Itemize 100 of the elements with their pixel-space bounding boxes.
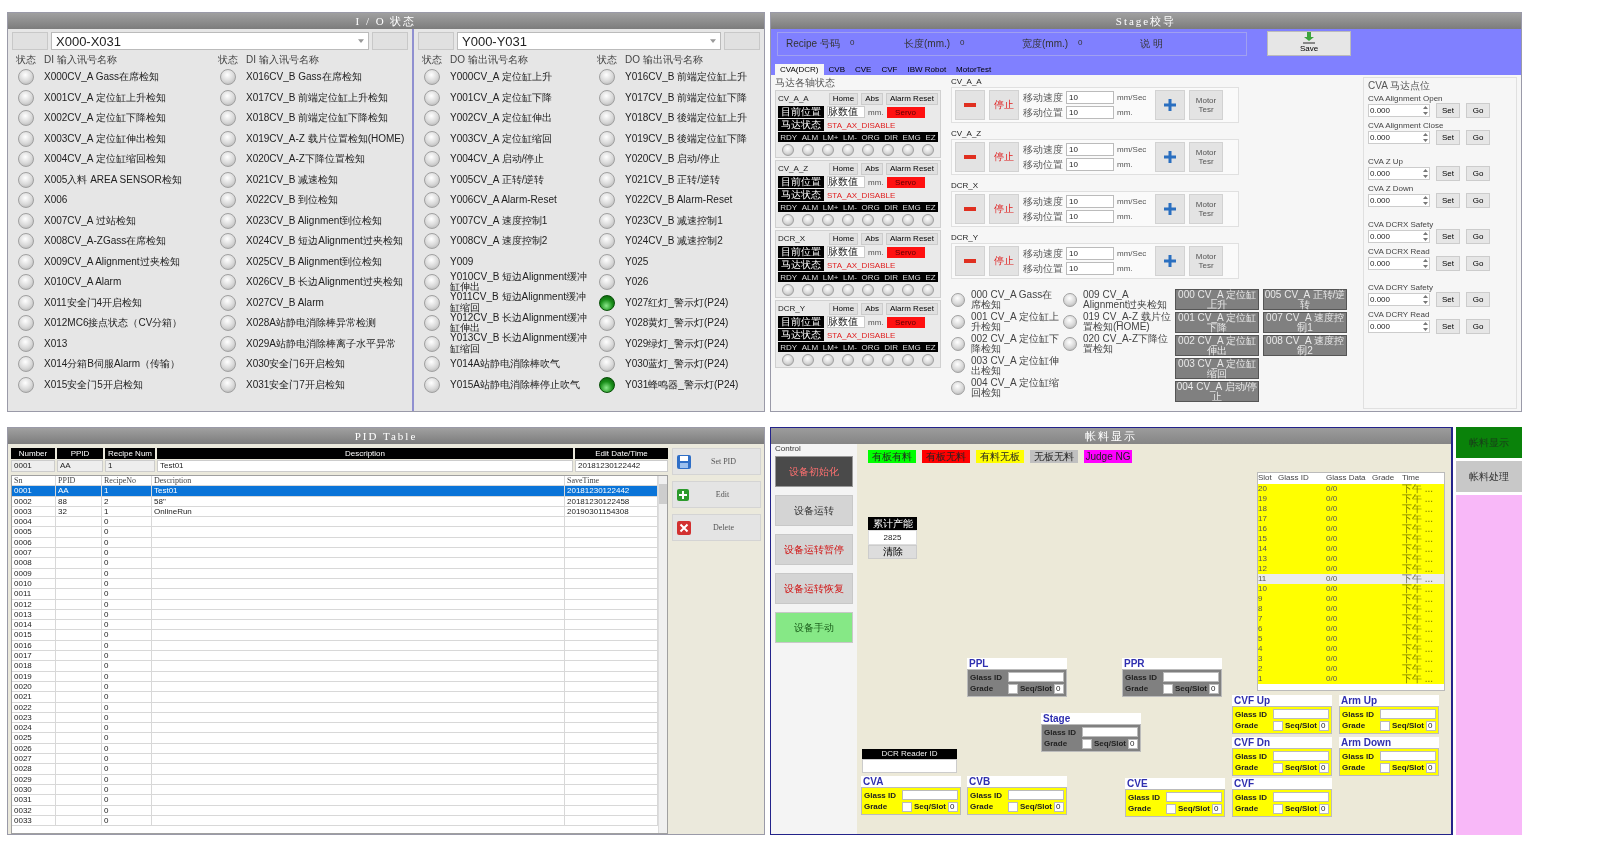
glass-id-field[interactable]: [1273, 709, 1329, 720]
axis-button[interactable]: Alarm Reset: [886, 302, 938, 315]
jog-minus-button[interactable]: [955, 194, 985, 224]
glass-id-field[interactable]: [1380, 709, 1436, 720]
table-row[interactable]: 0030 0: [12, 784, 658, 796]
glass-id-field[interactable]: [1380, 751, 1436, 762]
table-row[interactable]: 0014 0: [12, 620, 658, 631]
position-field[interactable]: 脉数值: [827, 106, 865, 118]
jog-plus-button[interactable]: [1155, 246, 1185, 276]
table-row[interactable]: 0027 0: [12, 754, 658, 765]
jog-minus-button[interactable]: [955, 246, 985, 276]
table-row[interactable]: 0032 0: [12, 805, 658, 816]
table-row[interactable]: 0020 0: [12, 681, 658, 693]
action-button[interactable]: Set PID: [672, 448, 761, 475]
position-field[interactable]: 脉数值: [827, 246, 865, 258]
go-button[interactable]: Go: [1466, 292, 1490, 307]
table-row[interactable]: 14 0/0 下午 ...: [1258, 544, 1444, 554]
tab[interactable]: CVB: [823, 64, 850, 75]
seq-slot-field[interactable]: 0: [1054, 801, 1064, 812]
axis-button[interactable]: Abs: [861, 302, 883, 315]
axis-button[interactable]: Alarm Reset: [886, 92, 938, 105]
tab[interactable]: CVF: [876, 64, 903, 75]
grade-field[interactable]: [1380, 762, 1390, 773]
glass-id-field[interactable]: [1008, 790, 1064, 801]
action-button[interactable]: Delete: [672, 514, 761, 541]
point-field[interactable]: 0.000: [1368, 104, 1430, 117]
stop-button[interactable]: 停止: [989, 194, 1019, 224]
stop-button[interactable]: 停止: [989, 246, 1019, 276]
set-button[interactable]: Set: [1436, 130, 1460, 145]
edit-field[interactable]: 1: [105, 460, 155, 472]
jog-plus-button[interactable]: [1155, 142, 1185, 172]
glass-id-field[interactable]: [1273, 751, 1329, 762]
point-field[interactable]: 0.000: [1368, 194, 1430, 207]
glass-id-field[interactable]: [1166, 792, 1222, 803]
table-row[interactable]: 15 0/0 下午 ...: [1258, 534, 1444, 544]
axis-button[interactable]: Abs: [861, 92, 883, 105]
table-row[interactable]: 4 0/0 下午 ...: [1258, 644, 1444, 654]
point-field[interactable]: 0.000: [1368, 320, 1430, 333]
grade-field[interactable]: [1273, 803, 1283, 814]
seq-slot-field[interactable]: 0: [1426, 720, 1436, 731]
table-row[interactable]: 0015 0: [12, 630, 658, 641]
table-row[interactable]: 0025 0: [12, 733, 658, 744]
table-row[interactable]: 0023 0: [12, 712, 658, 724]
axis-button[interactable]: Home: [828, 232, 859, 245]
table-row[interactable]: 0019 0: [12, 671, 658, 682]
table-row[interactable]: 11 0/0 下午 ...: [1258, 574, 1444, 584]
table-row[interactable]: 6 0/0 下午 ...: [1258, 624, 1444, 634]
grade-field[interactable]: [1380, 720, 1390, 731]
side-tab[interactable]: 帐料处理: [1456, 461, 1522, 492]
grade-field[interactable]: [1166, 803, 1176, 814]
go-button[interactable]: Go: [1466, 130, 1490, 145]
grade-field[interactable]: [1163, 683, 1173, 694]
output-button[interactable]: 003 CV_A 定位缸缩回: [1175, 358, 1259, 379]
table-row[interactable]: 0018 0: [12, 661, 658, 672]
seq-slot-field[interactable]: 0: [1128, 738, 1138, 749]
table-row[interactable]: 0029 0: [12, 774, 658, 785]
position-field[interactable]: 10: [1066, 262, 1114, 275]
scrollbar[interactable]: [658, 476, 667, 833]
motor-test-button[interactable]: Motor Tesr: [1189, 142, 1223, 172]
set-button[interactable]: Set: [1436, 256, 1460, 271]
table-row[interactable]: 0011 0: [12, 589, 658, 600]
go-button[interactable]: Go: [1466, 166, 1490, 181]
grade-field[interactable]: [1273, 762, 1283, 773]
seq-slot-field[interactable]: 0: [1212, 803, 1222, 814]
table-row[interactable]: 19 0/0 下午 ...: [1258, 494, 1444, 504]
action-button[interactable]: Edit: [672, 481, 761, 508]
table-row[interactable]: 0007 0: [12, 548, 658, 559]
table-row[interactable]: 0008 0: [12, 558, 658, 569]
table-row[interactable]: 3 0/0 下午 ...: [1258, 654, 1444, 664]
jog-plus-button[interactable]: [1155, 90, 1185, 120]
motor-test-button[interactable]: Motor Tesr: [1189, 90, 1223, 120]
table-row[interactable]: 0004 0: [12, 517, 658, 528]
table-row[interactable]: 0006 0: [12, 537, 658, 549]
edit-field[interactable]: AA: [57, 460, 103, 472]
axis-button[interactable]: Home: [828, 162, 859, 175]
table-row[interactable]: 16 0/0 下午 ...: [1258, 524, 1444, 534]
table-row[interactable]: 0017 0: [12, 651, 658, 662]
range-dropdown[interactable]: Y000-Y031: [457, 32, 721, 50]
tab[interactable]: CVE: [849, 64, 877, 75]
grade-field[interactable]: [1008, 801, 1018, 812]
reader-id-field[interactable]: [862, 759, 957, 773]
table-row[interactable]: 17 0/0 下午 ...: [1258, 514, 1444, 524]
set-button[interactable]: Set: [1436, 229, 1460, 244]
set-button[interactable]: Set: [1436, 319, 1460, 334]
table-row[interactable]: 0012 0: [12, 599, 658, 610]
grade-field[interactable]: [902, 801, 912, 812]
table-row[interactable]: 0013 0: [12, 609, 658, 621]
speed-field[interactable]: 10: [1066, 247, 1114, 260]
tab[interactable]: IBW Robot: [902, 64, 952, 75]
output-button[interactable]: 002 CV_A 定位缸伸出: [1175, 335, 1259, 356]
seq-slot-field[interactable]: 0: [1319, 762, 1329, 773]
table-row[interactable]: 9 0/0 下午 ...: [1258, 594, 1444, 604]
table-row[interactable]: 0001 AA 1 Test01 20181230122442: [12, 486, 658, 497]
edit-field[interactable]: 20181230122442: [575, 460, 668, 472]
set-button[interactable]: Set: [1436, 103, 1460, 118]
table-row[interactable]: 2 0/0 下午 ...: [1258, 664, 1444, 674]
seq-slot-field[interactable]: 0: [1209, 683, 1219, 694]
axis-button[interactable]: Home: [828, 92, 859, 105]
set-button[interactable]: Set: [1436, 166, 1460, 181]
table-row[interactable]: 0010 0: [12, 578, 658, 590]
